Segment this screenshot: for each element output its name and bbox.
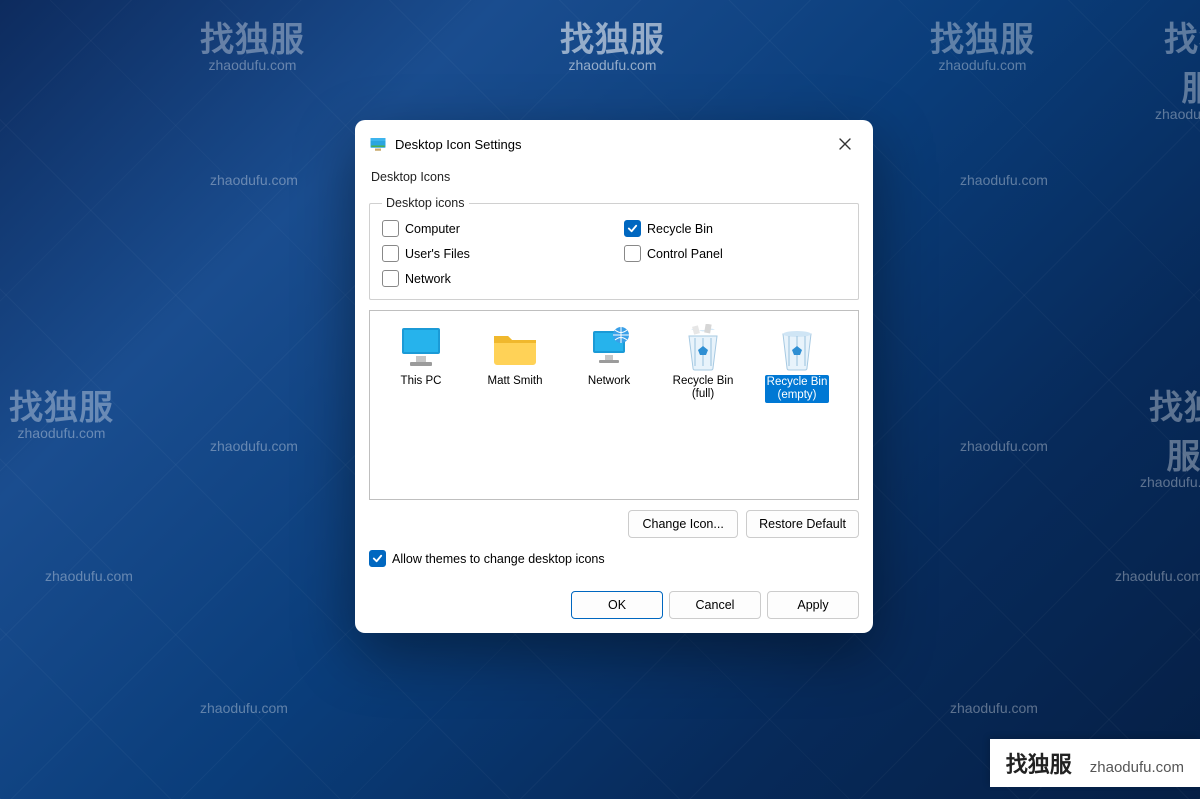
watermark-small: zhaodufu.com — [1115, 568, 1200, 584]
desktop-settings-icon — [369, 135, 387, 153]
checkbox-control-panel[interactable]: Control Panel — [624, 245, 846, 262]
watermark-small: zhaodufu.com — [930, 57, 1035, 73]
watermark-small: zhaodufu.com — [1155, 106, 1200, 122]
watermark-big: 找独服 — [9, 380, 114, 429]
watermark-big: 找独服 — [1155, 12, 1200, 110]
checkbox-control-panel-label: Control Panel — [647, 247, 723, 261]
icon-preview-list: This PC Matt Smith Network Recycle Bin (… — [369, 310, 859, 500]
watermark-small: zhaodufu.com — [200, 700, 288, 716]
watermark-big: 找独服 — [1140, 380, 1200, 478]
dialog-footer: OK Cancel Apply — [355, 581, 873, 633]
checkbox-network-label: Network — [405, 272, 451, 286]
desktop-icon-settings-dialog: Desktop Icon Settings Desktop Icons Desk… — [355, 120, 873, 633]
watermark-small: zhaodufu.com — [200, 57, 305, 73]
icon-item-recycle-full[interactable]: Recycle Bin (full) — [658, 319, 748, 405]
watermark-big: 找独服 — [930, 12, 1035, 61]
watermark-small: zhaodufu.com — [560, 57, 665, 73]
watermark-small: zhaodufu.com — [210, 172, 298, 188]
checkbox-users-files-label: User's Files — [405, 247, 470, 261]
icon-item-label: This PC — [378, 375, 464, 388]
group-legend: Desktop icons — [382, 196, 469, 210]
icon-item-network[interactable]: Network — [564, 319, 654, 392]
checkbox-users-files[interactable]: User's Files — [382, 245, 604, 262]
icon-item-label: Recycle Bin (empty) — [765, 375, 830, 403]
checkbox-computer-label: Computer — [405, 222, 460, 236]
checkbox-computer[interactable]: Computer — [382, 220, 604, 237]
close-button[interactable] — [829, 130, 861, 158]
watermark-big: 找独服 — [200, 12, 305, 61]
watermark-small: zhaodufu.com — [950, 700, 1038, 716]
network-icon — [566, 323, 652, 373]
this-pc-icon — [378, 323, 464, 373]
watermark-small: zhaodufu.com — [960, 438, 1048, 454]
checkbox-allow-themes-label: Allow themes to change desktop icons — [392, 552, 605, 566]
checkbox-allow-themes[interactable]: Allow themes to change desktop icons — [369, 550, 859, 567]
dialog-title: Desktop Icon Settings — [395, 137, 829, 152]
recycle-bin-empty-icon — [754, 323, 840, 373]
tab-strip: Desktop Icons — [355, 166, 873, 190]
recycle-bin-full-icon — [660, 323, 746, 373]
watermark-corner-big: 找独服 — [1006, 747, 1072, 779]
checkbox-recycle-bin[interactable]: Recycle Bin — [624, 220, 846, 237]
icon-item-this-pc[interactable]: This PC — [376, 319, 466, 392]
watermark-corner-small: zhaodufu.com — [1090, 759, 1184, 776]
icon-item-label: Network — [566, 375, 652, 388]
watermark-small: zhaodufu.com — [1140, 474, 1200, 490]
icon-item-label: Matt Smith — [472, 375, 558, 388]
ok-button[interactable]: OK — [571, 591, 663, 619]
titlebar: Desktop Icon Settings — [355, 120, 873, 166]
close-icon — [839, 138, 851, 150]
watermark-small: zhaodufu.com — [210, 438, 298, 454]
restore-default-button[interactable]: Restore Default — [746, 510, 859, 538]
watermark-small: zhaodufu.com — [960, 172, 1048, 188]
watermark-corner: 找独服 zhaodufu.com — [990, 739, 1200, 787]
icon-item-label: Recycle Bin (full) — [660, 375, 746, 401]
tab-desktop-icons[interactable]: Desktop Icons — [369, 166, 452, 190]
watermark-small: zhaodufu.com — [45, 568, 133, 584]
apply-button[interactable]: Apply — [767, 591, 859, 619]
desktop-icons-group: Desktop icons Computer Recycle Bin User'… — [369, 196, 859, 300]
watermark-small: zhaodufu.com — [9, 425, 114, 441]
icon-item-user-folder[interactable]: Matt Smith — [470, 319, 560, 392]
change-icon-button[interactable]: Change Icon... — [628, 510, 738, 538]
checkbox-network[interactable]: Network — [382, 270, 604, 287]
icon-item-recycle-empty[interactable]: Recycle Bin (empty) — [752, 319, 842, 407]
checkbox-recycle-bin-label: Recycle Bin — [647, 222, 713, 236]
cancel-button[interactable]: Cancel — [669, 591, 761, 619]
user-folder-icon — [472, 323, 558, 373]
watermark-big: 找独服 — [560, 12, 665, 61]
